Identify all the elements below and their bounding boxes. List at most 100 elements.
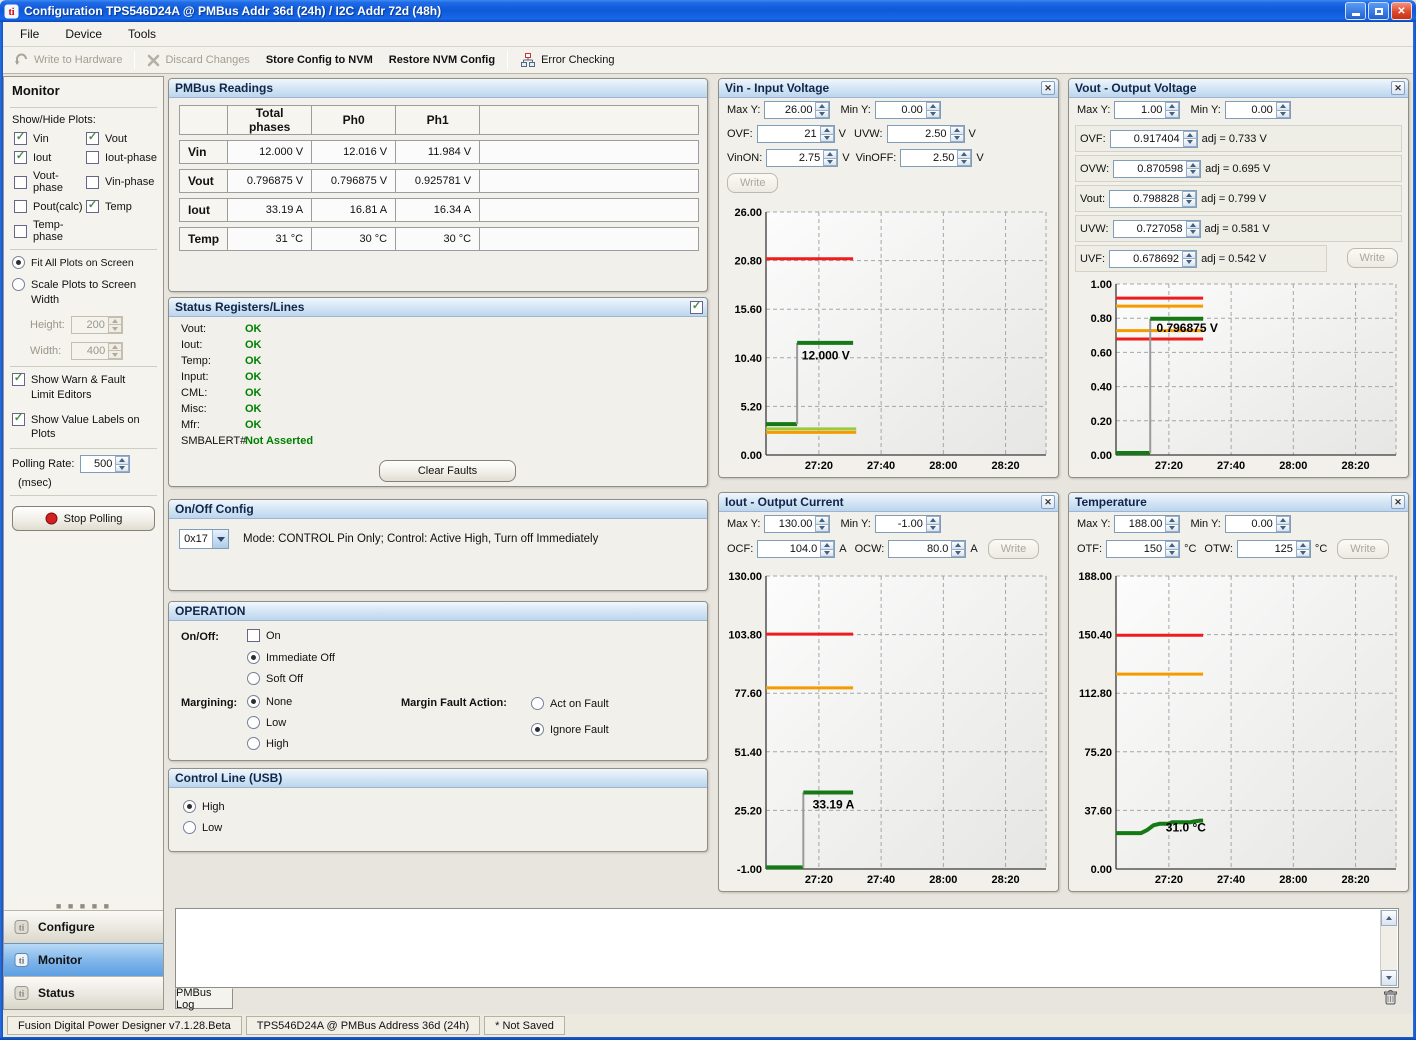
spinner[interactable]	[1296, 541, 1310, 557]
uvw-input[interactable]: 2.50	[887, 125, 965, 143]
minimize-button[interactable]	[1345, 2, 1366, 20]
checkbox-show-warn-editors[interactable]: ✓ Show Warn & Fault Limit Editors	[4, 371, 163, 405]
discard-changes-button[interactable]: Discard Changes	[139, 51, 257, 70]
spinner[interactable]	[1165, 516, 1179, 532]
nav-configure[interactable]: ti Configure	[4, 910, 163, 943]
spinner[interactable]	[926, 516, 940, 532]
max-y-input[interactable]: 1.00	[1114, 101, 1180, 119]
checkbox-on[interactable]: On	[247, 629, 281, 642]
max-y-input[interactable]: 130.00	[764, 515, 830, 533]
spinner[interactable]	[1276, 516, 1290, 532]
checkbox-vin-phase[interactable]: Vin-phase	[86, 170, 163, 194]
log-scrollbar[interactable]	[1380, 910, 1397, 986]
spinner[interactable]	[926, 102, 940, 118]
spinner[interactable]	[957, 150, 971, 166]
ovw-input[interactable]: 0.870598	[1113, 160, 1201, 178]
radio-ignore-fault[interactable]: Ignore Fault	[531, 723, 609, 736]
width-spinner[interactable]	[108, 343, 122, 359]
otf-input[interactable]: 150	[1106, 540, 1180, 558]
close-plot-button[interactable]: ✕	[1391, 81, 1405, 95]
close-button[interactable]: ✕	[1391, 2, 1412, 20]
uvw-input[interactable]: 0.727058	[1113, 220, 1201, 238]
scrollbar-down-button[interactable]	[1381, 970, 1397, 986]
spinner[interactable]	[823, 150, 837, 166]
spinner[interactable]	[815, 102, 829, 118]
pmbus-log-tab[interactable]: PMBus Log	[175, 988, 233, 1009]
min-y-input[interactable]: 0.00	[875, 101, 941, 119]
spinner[interactable]	[815, 516, 829, 532]
ocf-input[interactable]: 104.0	[757, 540, 835, 558]
close-plot-button[interactable]: ✕	[1391, 495, 1405, 509]
radio-margining-none[interactable]: None	[247, 695, 292, 708]
ovf-input[interactable]: 0.917404	[1110, 130, 1198, 148]
spinner[interactable]	[820, 126, 834, 142]
checkbox-iout-phase[interactable]: Iout-phase	[86, 151, 163, 164]
trash-icon[interactable]	[1382, 989, 1399, 1006]
vout-input[interactable]: 0.798828	[1109, 190, 1197, 208]
menu-device[interactable]: Device	[53, 24, 114, 44]
vin-chart[interactable]: 0.005.2010.4015.6020.8026.0027:2027:4028…	[722, 204, 1055, 474]
radio-margining-high[interactable]: High	[247, 737, 289, 750]
radio-immediate-off[interactable]: Immediate Off	[247, 651, 335, 664]
checkbox-temp-phase[interactable]: Temp-phase	[14, 219, 86, 243]
vout-chart[interactable]: 0.000.200.400.600.801.0027:2027:4028:002…	[1072, 276, 1405, 474]
stop-polling-button[interactable]: Stop Polling	[12, 506, 155, 531]
close-plot-button[interactable]: ✕	[1041, 495, 1055, 509]
write-to-hardware-button[interactable]: Write to Hardware	[6, 50, 130, 70]
radio-margining-low[interactable]: Low	[247, 716, 286, 729]
temperature-chart[interactable]: 0.0037.6075.20112.80150.40188.0027:2027:…	[1072, 568, 1405, 888]
height-input[interactable]: 200	[71, 316, 123, 334]
clear-faults-button[interactable]: Clear Faults	[379, 460, 516, 482]
radio-act-on-fault[interactable]: Act on Fault	[531, 697, 609, 710]
spinner[interactable]	[1183, 131, 1197, 147]
checkbox-pout-calc[interactable]: Pout(calc)	[14, 200, 86, 213]
spinner[interactable]	[1165, 102, 1179, 118]
height-spinner[interactable]	[108, 317, 122, 333]
spinner[interactable]	[820, 541, 834, 557]
spinner[interactable]	[950, 126, 964, 142]
checkbox-show-value-labels[interactable]: ✓ Show Value Labels on Plots	[4, 411, 163, 445]
splitter-handle[interactable]: ■ ■ ■ ■ ■	[4, 902, 163, 910]
pmbus-log-area[interactable]	[175, 908, 1399, 988]
radio-control-low[interactable]: Low	[183, 821, 222, 834]
nav-status[interactable]: ti Status	[4, 976, 163, 1009]
menu-tools[interactable]: Tools	[116, 24, 168, 44]
nav-monitor[interactable]: ti Monitor	[4, 943, 163, 976]
write-button[interactable]: Write	[1347, 248, 1398, 268]
checkbox-vin[interactable]: ✓Vin	[14, 132, 86, 145]
checkbox-temp[interactable]: ✓Temp	[86, 200, 163, 213]
vinoff-input[interactable]: 2.50	[900, 149, 972, 167]
scrollbar-up-button[interactable]	[1381, 910, 1397, 926]
restore-nvm-config-button[interactable]: Restore NVM Config	[381, 51, 503, 69]
menu-file[interactable]: File	[8, 24, 51, 44]
radio-soft-off[interactable]: Soft Off	[247, 672, 303, 685]
checkbox-vout[interactable]: ✓Vout	[86, 132, 163, 145]
spinner[interactable]	[1276, 102, 1290, 118]
iout-chart[interactable]: -1.0025.2051.4077.60103.80130.0027:2027:…	[722, 568, 1055, 888]
write-button[interactable]: Write	[727, 173, 778, 193]
min-y-input[interactable]: 0.00	[1225, 101, 1291, 119]
write-button[interactable]: Write	[1337, 539, 1388, 559]
ocw-input[interactable]: 80.0	[888, 540, 966, 558]
checkbox-iout[interactable]: ✓Iout	[14, 151, 86, 164]
spinner[interactable]	[1186, 161, 1200, 177]
polling-spinner[interactable]	[115, 456, 129, 472]
radio-control-high[interactable]: High	[183, 800, 225, 813]
min-y-input[interactable]: 0.00	[1225, 515, 1291, 533]
radio-fit-all-plots[interactable]: Fit All Plots on Screen	[4, 254, 163, 272]
store-config-nvm-button[interactable]: Store Config to NVM	[258, 51, 381, 69]
spinner[interactable]	[1186, 221, 1200, 237]
polling-rate-input[interactable]: 500	[80, 455, 130, 473]
radio-scale-plots[interactable]: Scale Plots to Screen Width	[4, 276, 163, 310]
spinner[interactable]	[1165, 541, 1179, 557]
maximize-button[interactable]	[1368, 2, 1389, 20]
error-checking-button[interactable]: Error Checking	[512, 49, 622, 71]
min-y-input[interactable]: -1.00	[875, 515, 941, 533]
onoff-config-dropdown[interactable]: 0x17	[179, 529, 229, 549]
spinner[interactable]	[1182, 191, 1196, 207]
otw-input[interactable]: 125	[1237, 540, 1311, 558]
ovf-input[interactable]: 21	[757, 125, 835, 143]
checkbox-vout-phase[interactable]: Vout-phase	[14, 170, 86, 194]
uvf-input[interactable]: 0.678692	[1109, 250, 1197, 268]
close-plot-button[interactable]: ✕	[1041, 81, 1055, 95]
